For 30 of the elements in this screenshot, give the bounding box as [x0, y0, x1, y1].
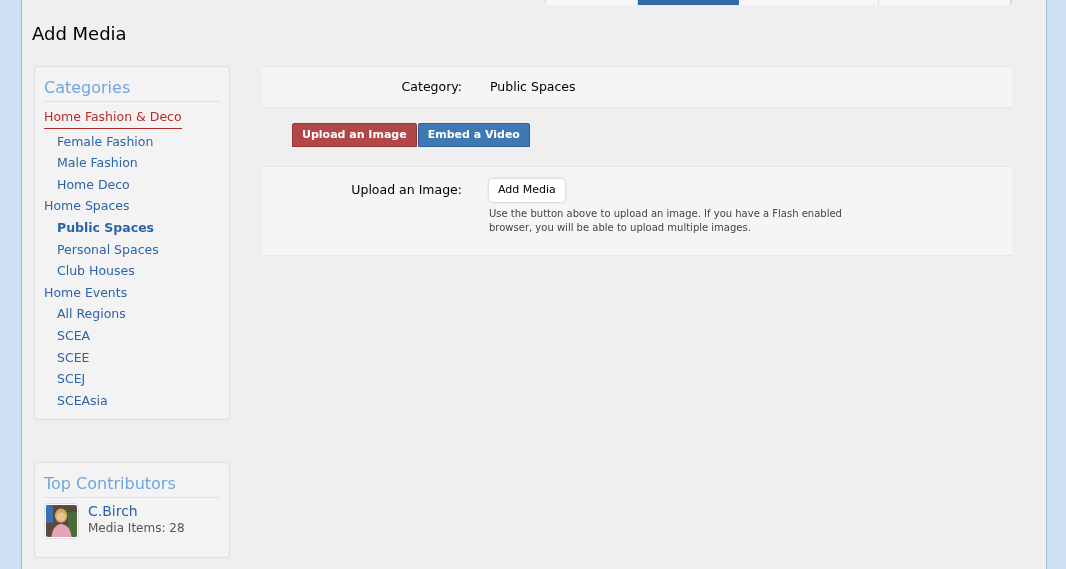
- category-link[interactable]: SCEAsia: [57, 389, 108, 412]
- help-text: Use the button above to upload an image. If you have a Flash enabled browser, you will be able to upload multiple images.: [489, 206, 843, 235]
- nav-tab[interactable]: [638, 0, 739, 5]
- category-link[interactable]: Home Events: [44, 281, 128, 304]
- category-link[interactable]: Public Spaces: [57, 216, 155, 239]
- category-link[interactable]: Male Fashion: [57, 152, 138, 174]
- category-link[interactable]: Female Fashion: [57, 130, 154, 153]
- category-link[interactable]: Home Fashion & Deco: [44, 106, 182, 129]
- category-link[interactable]: SCEJ: [57, 368, 86, 390]
- category-link[interactable]: Home Spaces: [44, 195, 130, 217]
- nav-tab[interactable]: [739, 0, 879, 5]
- page-title: Add Media: [32, 22, 127, 46]
- nav-tab[interactable]: [879, 0, 1011, 5]
- media-tab[interactable]: Upload an Image: [292, 123, 417, 147]
- category-link[interactable]: Home Deco: [57, 173, 130, 196]
- nav-tab[interactable]: [546, 0, 638, 5]
- category-link[interactable]: SCEE: [57, 346, 90, 369]
- media-count: Media Items: 28: [88, 520, 185, 537]
- contributor-name[interactable]: C.Birch: [88, 503, 185, 521]
- category-link[interactable]: SCEA: [57, 324, 91, 347]
- category-link[interactable]: Personal Spaces: [57, 238, 159, 261]
- media-tab[interactable]: Embed a Video: [417, 123, 530, 147]
- field-value: Public Spaces: [490, 77, 576, 96]
- add-media-button[interactable]: Add Media: [489, 179, 565, 202]
- panel-heading: Categories: [44, 78, 131, 97]
- category-link[interactable]: Club Houses: [57, 260, 135, 282]
- panel-heading: Top Contributors: [44, 474, 176, 494]
- category-link[interactable]: All Regions: [57, 303, 126, 325]
- field-label: Category:: [400, 77, 462, 96]
- field-label: Upload an Image:: [350, 181, 462, 199]
